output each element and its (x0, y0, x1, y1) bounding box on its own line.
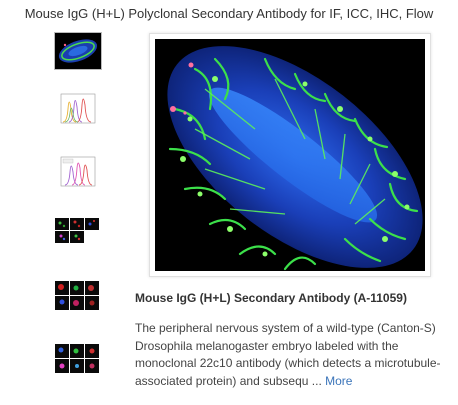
thumbnail-4[interactable] (55, 214, 101, 250)
thumbnail-2[interactable] (55, 91, 101, 127)
cell-panel-grid-thumbnail-icon (55, 214, 101, 250)
page-title: Mouse IgG (H+L) Polyclonal Secondary Ant… (24, 6, 434, 21)
more-link[interactable]: More (325, 374, 352, 388)
thumbnail-1[interactable] (54, 32, 102, 70)
thumbnail-3[interactable] (55, 154, 101, 190)
embryo-fluorescence-image-icon (155, 39, 425, 271)
thumbnail-6[interactable] (55, 341, 101, 377)
main-image[interactable] (149, 33, 431, 277)
cell-panel-grid-thumbnail-icon (55, 279, 101, 315)
image-caption-title: Mouse IgG (H+L) Secondary Antibody (A-11… (135, 291, 407, 305)
flow-histogram-thumbnail-icon (55, 91, 101, 127)
flow-histogram-thumbnail-icon (55, 154, 101, 190)
thumbnail-5[interactable] (55, 279, 101, 315)
image-caption-description: The peripheral nervous system of a wild-… (135, 320, 453, 390)
product-image-gallery: Mouse IgG (H+L) Polyclonal Secondary Ant… (0, 0, 458, 405)
embryo-fluorescence-thumbnail-icon (55, 33, 101, 69)
caption-text: The peripheral nervous system of a wild-… (135, 321, 441, 388)
cell-panel-grid-thumbnail-icon (55, 341, 101, 377)
